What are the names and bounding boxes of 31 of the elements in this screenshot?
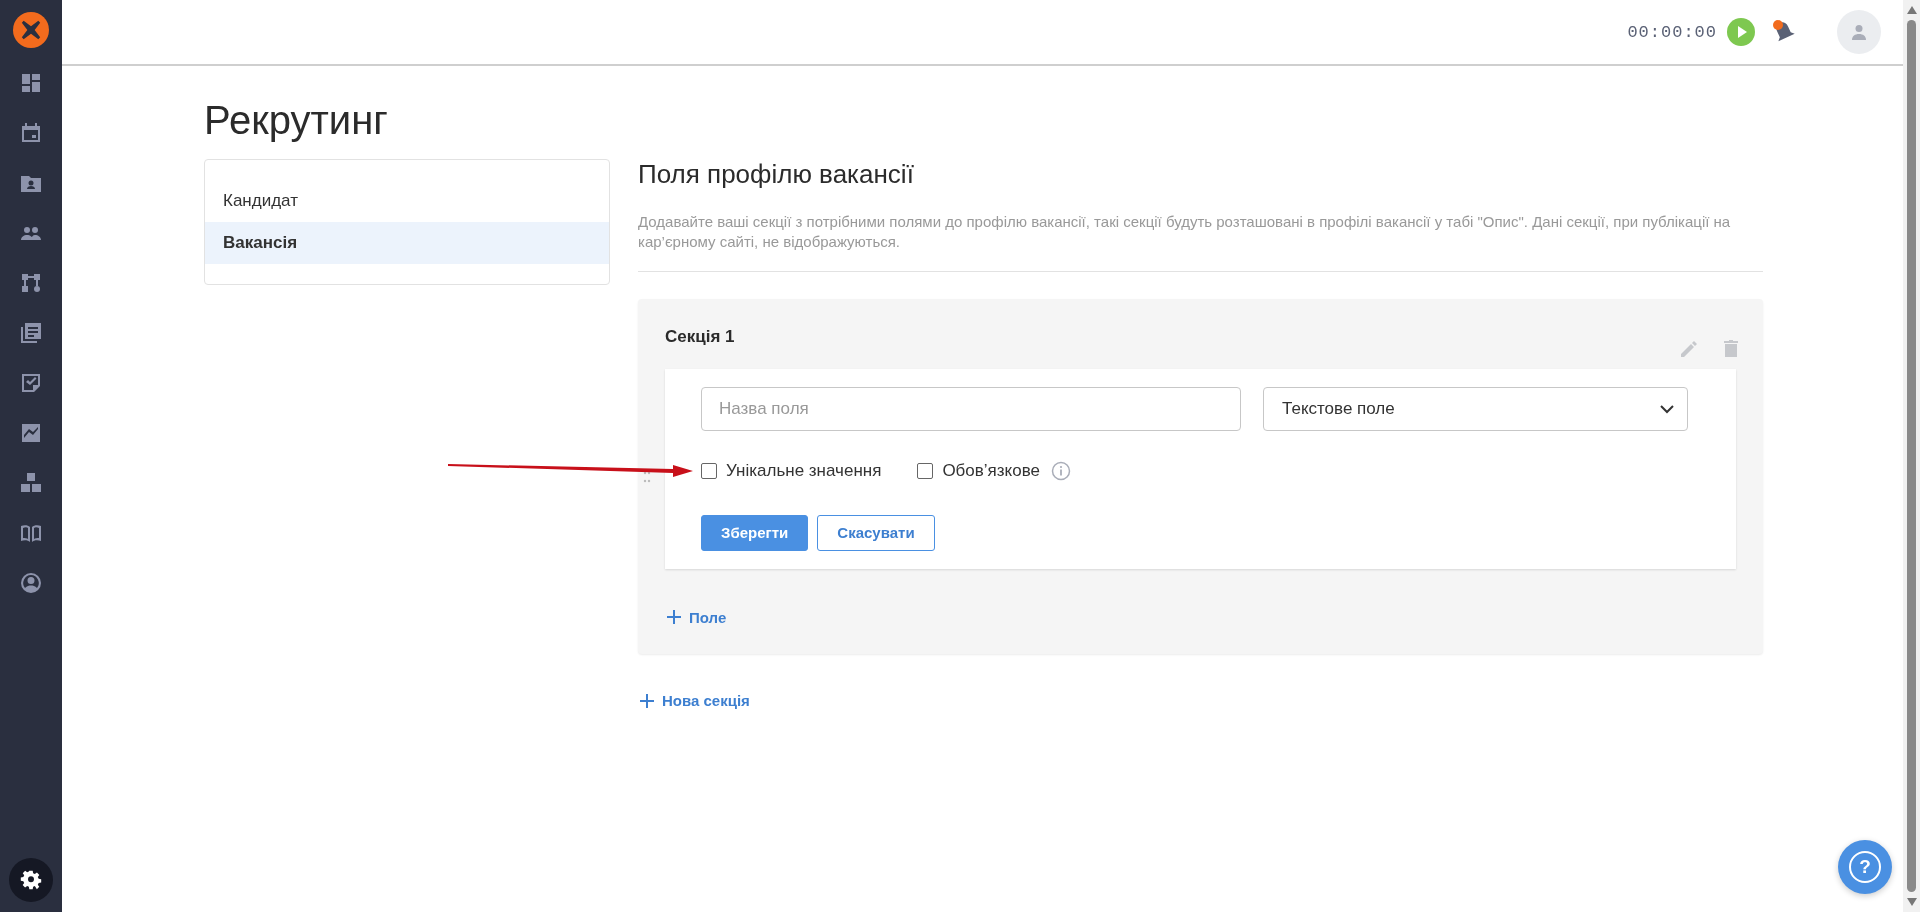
section-title: Секція 1 — [665, 326, 735, 347]
nav-item[interactable]: Вакансія — [205, 222, 609, 264]
timer: 00:00:00 — [1627, 22, 1717, 42]
cancel-button[interactable]: Скасувати — [817, 514, 935, 551]
checkbox[interactable] — [701, 462, 717, 479]
new-section-link[interactable]: Нова секція — [640, 692, 750, 709]
app-logo[interactable] — [13, 12, 49, 48]
checkbox-option[interactable]: Унікальне значення — [701, 460, 882, 481]
description-text: Додавайте ваші секції з потрібними полями до профілю вакансії, такі секції будуть розташовані в профілі вакансії у табі "Опис". Дані секції, при публікації на кар’єрному сайті, не відображуються. — [638, 212, 1763, 272]
page-title: Рекрутинг — [204, 98, 389, 143]
plus-icon — [640, 693, 654, 708]
documents-icon[interactable] — [19, 321, 43, 345]
nav-item[interactable]: Кандидат — [205, 180, 609, 222]
chart-icon[interactable] — [19, 421, 43, 445]
field-type-select[interactable]: Текстове поле — [1263, 386, 1688, 431]
boxes-icon[interactable] — [19, 471, 43, 495]
scrollbar[interactable] — [1903, 0, 1920, 912]
flowchart-icon[interactable] — [19, 271, 43, 295]
checkbox[interactable] — [917, 462, 934, 479]
calendar-icon[interactable] — [19, 121, 43, 145]
settings-icon[interactable] — [9, 858, 53, 902]
scroll-up-icon[interactable] — [1906, 6, 1917, 14]
dashboard-icon[interactable] — [19, 71, 43, 95]
section-heading: Поля профілю вакансії — [638, 159, 915, 190]
task-check-icon[interactable] — [19, 371, 43, 395]
checkbox-option[interactable]: Обов’язкове — [917, 460, 1071, 481]
scroll-down-icon[interactable] — [1906, 898, 1917, 906]
plus-icon — [667, 610, 681, 624]
scrollbar-thumb[interactable] — [1907, 20, 1916, 892]
field-name-input[interactable]: Назва поля — [701, 386, 1241, 431]
add-field-link[interactable]: Поле — [667, 608, 727, 626]
